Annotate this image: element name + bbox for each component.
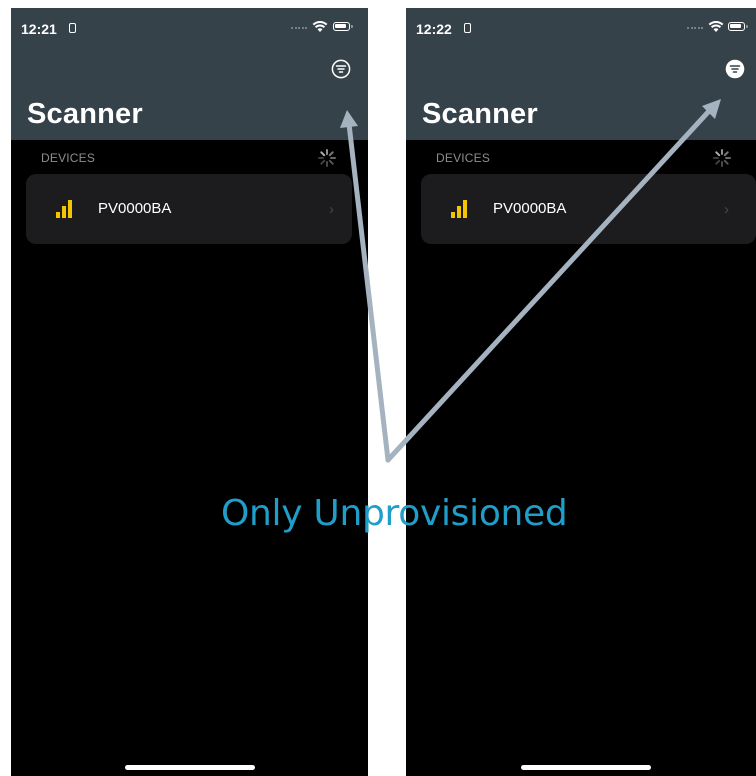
battery-icon <box>333 22 353 31</box>
phone-screen-after: 12:22 Scanner DEVICES PV0000BA › <box>406 8 756 776</box>
navigation-bar: 12:22 Scanner <box>406 8 756 140</box>
sim-card-icon <box>464 23 471 33</box>
battery-icon <box>728 22 748 31</box>
home-indicator[interactable] <box>521 765 651 770</box>
home-indicator[interactable] <box>125 765 255 770</box>
section-header-devices: DEVICES <box>41 151 96 165</box>
device-row[interactable]: PV0000BA › <box>26 174 352 244</box>
cellular-signal-icon <box>291 25 309 29</box>
chevron-right-icon: › <box>329 201 334 218</box>
filter-button[interactable] <box>725 59 745 79</box>
page-title: Scanner <box>27 98 143 130</box>
phone-screen-before: 12:21 Scanner DEVICES PV0000BA › <box>11 8 368 776</box>
device-row[interactable]: PV0000BA › <box>421 174 756 244</box>
signal-strength-icon <box>56 200 72 218</box>
sim-card-icon <box>69 23 76 33</box>
loading-spinner-icon <box>318 149 336 167</box>
loading-spinner-icon <box>713 149 731 167</box>
cellular-signal-icon <box>687 25 705 29</box>
signal-strength-icon <box>451 200 467 218</box>
section-header-devices: DEVICES <box>436 151 491 165</box>
device-name: PV0000BA <box>98 200 172 217</box>
page-title: Scanner <box>422 98 538 130</box>
chevron-right-icon: › <box>724 201 729 218</box>
status-time: 12:21 <box>21 21 57 37</box>
device-name: PV0000BA <box>493 200 567 217</box>
navigation-bar: 12:21 Scanner <box>11 8 368 140</box>
status-time: 12:22 <box>416 21 452 37</box>
annotation-caption: Only Unprovisioned <box>221 493 568 534</box>
filter-button[interactable] <box>331 59 351 79</box>
wifi-icon <box>312 20 328 32</box>
wifi-icon <box>708 20 724 32</box>
